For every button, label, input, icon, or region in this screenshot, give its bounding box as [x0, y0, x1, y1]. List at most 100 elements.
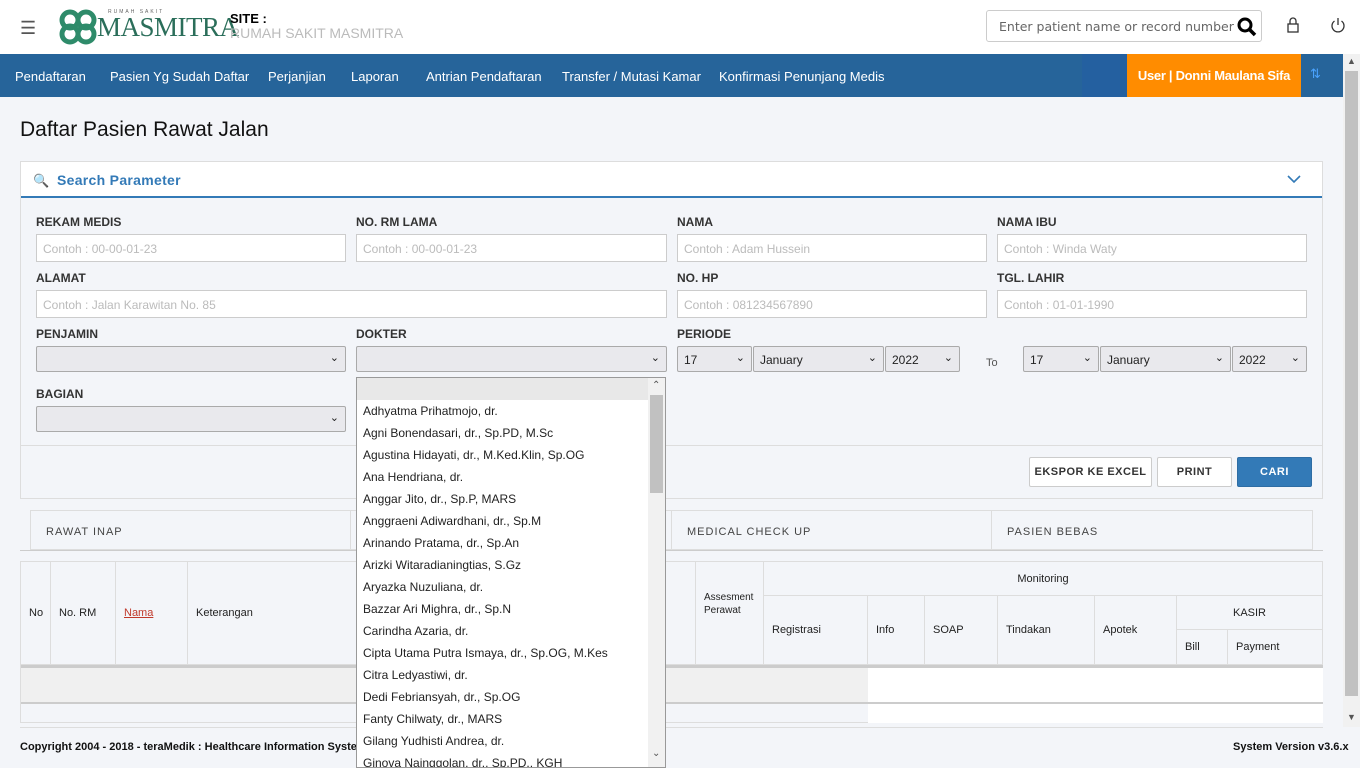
- dokter-option[interactable]: Aryazka Nuzuliana, dr.: [357, 576, 665, 598]
- dropdown-options: Adhyatma Prihatmojo, dr. Agni Bonendasari…: [357, 378, 665, 767]
- dokter-option[interactable]: Adhyatma Prihatmojo, dr.: [357, 400, 665, 422]
- col-info: Info: [868, 596, 925, 665]
- col-apotek: Apotek: [1095, 596, 1177, 665]
- export-excel-button[interactable]: EKSPOR KE EXCEL: [1029, 457, 1152, 487]
- periode-from-day[interactable]: 17 ⌄: [677, 346, 752, 372]
- copyright-text: Copyright 2004 - 2018 - tera: [20, 741, 164, 753]
- alamat-input[interactable]: Contoh : Jalan Karawitan No. 85: [36, 290, 667, 318]
- chevron-down-icon: ⌄: [735, 352, 745, 364]
- chevron-down-icon: ⌄: [943, 352, 953, 364]
- nama-label: NAMA: [677, 215, 713, 229]
- no-hp-input[interactable]: Contoh : 081234567890: [677, 290, 987, 318]
- chevron-down-icon[interactable]: [1286, 174, 1302, 184]
- dokter-option[interactable]: Cipta Utama Putra Ismaya, dr., Sp.OG, M.…: [357, 642, 665, 664]
- col-kasir: KASIR: [1177, 596, 1323, 630]
- dokter-option[interactable]: Ginova Nainggolan, dr., Sp.PD., KGH: [357, 752, 665, 767]
- patient-search-input[interactable]: Enter patient name or record number: [986, 10, 1262, 42]
- table-row: [868, 668, 1323, 702]
- dokter-option[interactable]: [357, 378, 648, 400]
- rekam-medis-input[interactable]: Contoh : 00-00-01-23: [36, 234, 346, 262]
- dokter-option[interactable]: Citra Ledyastiwi, dr.: [357, 664, 665, 686]
- dokter-option[interactable]: Dedi Febriansyah, dr., Sp.OG: [357, 686, 665, 708]
- col-payment: Payment: [1228, 630, 1323, 665]
- system-version: System Version v3.6.x: [1233, 741, 1349, 753]
- dokter-option[interactable]: Agustina Hidayati, dr., M.Ked.Klin, Sp.O…: [357, 444, 665, 466]
- dokter-option[interactable]: Agni Bonendasari, dr., Sp.PD, M.Sc: [357, 422, 665, 444]
- no-rm-lama-input[interactable]: Contoh : 00-00-01-23: [356, 234, 667, 262]
- dokter-option[interactable]: Arinando Pratama, dr., Sp.An: [357, 532, 665, 554]
- dokter-option[interactable]: Anggar Jito, dr., Sp.P, MARS: [357, 488, 665, 510]
- tab-pasien-bebas[interactable]: PASIEN BEBAS: [991, 510, 1313, 550]
- search-icon[interactable]: [1237, 17, 1257, 37]
- periode-label: PERIODE: [677, 327, 732, 341]
- penjamin-label: PENJAMIN: [36, 327, 99, 341]
- col-assesment: Assesment Perawat: [696, 562, 764, 665]
- dokter-option[interactable]: Anggraeni Adiwardhani, dr., Sp.M: [357, 510, 665, 532]
- user-badge[interactable]: User | Donni Maulana Sifa: [1127, 54, 1301, 97]
- col-bill: Bill: [1177, 630, 1228, 665]
- page-scrollbar[interactable]: ▲ ▼: [1343, 54, 1360, 727]
- patient-table: No No. RM Nama Keterangan Assesment Pera…: [20, 561, 1323, 723]
- dokter-option[interactable]: Gilang Yudhisti Andrea, dr.: [357, 730, 665, 752]
- divider: [20, 550, 1323, 551]
- scroll-down-icon[interactable]: ▼: [1347, 712, 1356, 722]
- nav-transfer-mutasi[interactable]: Transfer / Mutasi Kamar: [562, 69, 701, 84]
- alamat-label: ALAMAT: [36, 271, 86, 285]
- nav-laporan[interactable]: Laporan: [351, 69, 399, 84]
- scroll-down-icon[interactable]: ⌄: [652, 748, 660, 759]
- chevron-down-icon: ⌄: [1290, 352, 1300, 364]
- col-no-rm: No. RM: [51, 562, 116, 665]
- bagian-select[interactable]: ⌄: [36, 406, 346, 432]
- hamburger-menu-icon[interactable]: ☰: [20, 18, 36, 39]
- nav-perjanjian[interactable]: Perjanjian: [268, 69, 326, 84]
- nav-pasien-sudah-daftar[interactable]: Pasien Yg Sudah Daftar: [110, 69, 249, 84]
- periode-to-label: To: [986, 357, 998, 369]
- periode-to-month[interactable]: January ⌄: [1100, 346, 1231, 372]
- dokter-option[interactable]: Fanty Chilwaty, dr., MARS: [357, 708, 665, 730]
- power-icon[interactable]: [1330, 17, 1346, 33]
- nav-pendaftaran[interactable]: Pendaftaran: [15, 69, 86, 84]
- search-panel: 🔍 Search Parameter: [20, 161, 1323, 499]
- divider: [21, 445, 1322, 446]
- lock-icon[interactable]: [1286, 17, 1300, 33]
- print-button[interactable]: PRINT: [1157, 457, 1232, 487]
- dokter-select[interactable]: ⌄: [356, 346, 667, 372]
- cari-button[interactable]: CARI: [1237, 457, 1312, 487]
- dokter-dropdown-list[interactable]: Adhyatma Prihatmojo, dr. Agni Bonendasari…: [356, 377, 666, 768]
- penjamin-select[interactable]: ⌄: [36, 346, 346, 372]
- dokter-option[interactable]: Ana Hendriana, dr.: [357, 466, 665, 488]
- col-nama[interactable]: Nama: [116, 562, 188, 665]
- refresh-icon[interactable]: ⇅: [1310, 66, 1321, 82]
- periode-to-day[interactable]: 17 ⌄: [1023, 346, 1099, 372]
- page-title: Daftar Pasien Rawat Jalan: [20, 118, 269, 141]
- dokter-option[interactable]: Bazzar Ari Mighra, dr., Sp.N: [357, 598, 665, 620]
- scroll-thumb[interactable]: [1345, 71, 1358, 696]
- nama-ibu-input[interactable]: Contoh : Winda Waty: [997, 234, 1307, 262]
- search-panel-header[interactable]: 🔍 Search Parameter: [21, 162, 1322, 198]
- nav-spacer: [1082, 54, 1127, 97]
- nama-input[interactable]: Contoh : Adam Hussein: [677, 234, 987, 262]
- value: 17: [1030, 353, 1044, 367]
- periode-from-year[interactable]: 2022 ⌄: [885, 346, 960, 372]
- dokter-option[interactable]: Carindha Azaria, dr.: [357, 620, 665, 642]
- rekam-medis-label: REKAM MEDIS: [36, 215, 122, 229]
- tab-medical-check-up[interactable]: MEDICAL CHECK UP: [671, 510, 992, 550]
- nav-konfirmasi-penunjang[interactable]: Konfirmasi Penunjang Medis: [719, 69, 884, 84]
- scroll-up-icon[interactable]: ⌃: [652, 380, 660, 391]
- chevron-down-icon: ⌄: [867, 352, 877, 364]
- tab-rawat-inap[interactable]: RAWAT INAP: [30, 510, 351, 550]
- value: 17: [684, 353, 698, 367]
- dropdown-scrollbar[interactable]: ⌃ ⌄: [648, 378, 665, 767]
- scroll-thumb[interactable]: [650, 395, 663, 493]
- nav-antrian-pendaftaran[interactable]: Antrian Pendaftaran: [426, 69, 542, 84]
- value: 2022: [1239, 353, 1266, 367]
- top-header: ☰ RUMAH SAKIT MASMITRA SITE : RUMAH SAKI…: [0, 0, 1360, 54]
- scroll-up-icon[interactable]: ▲: [1347, 56, 1356, 66]
- site-label: SITE :: [230, 11, 267, 26]
- copyright-text-2: : Healthcare Information System: [194, 741, 367, 753]
- periode-from-month[interactable]: January ⌄: [753, 346, 884, 372]
- tgl-lahir-input[interactable]: Contoh : 01-01-1990: [997, 290, 1307, 318]
- dokter-option[interactable]: Arizki Witaradianingtias, S.Gz: [357, 554, 665, 576]
- copyright: Copyright 2004 - 2018 - teraMedik : Heal…: [20, 741, 367, 753]
- periode-to-year[interactable]: 2022 ⌄: [1232, 346, 1307, 372]
